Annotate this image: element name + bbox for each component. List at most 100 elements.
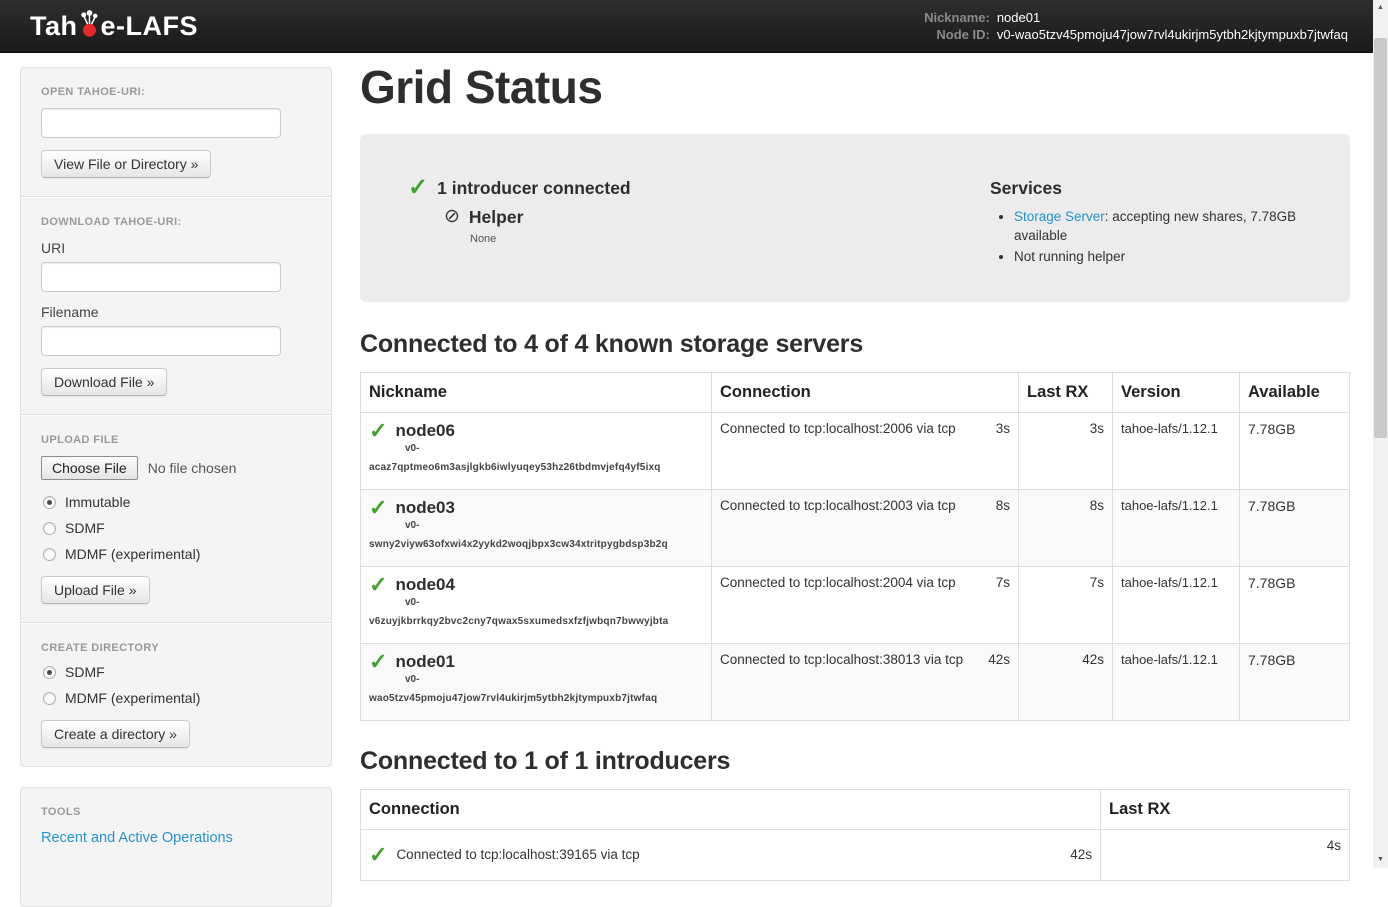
main-content: Grid Status ✓ 1 introducer connected ⊘ H…: [360, 53, 1350, 881]
connection-cell: ✓Connected to tcp:localhost:39165 via tc…: [361, 829, 1101, 880]
services-title: Services: [990, 178, 1320, 199]
download-file-button[interactable]: Download File »: [41, 368, 167, 396]
file-picker: Choose File No file chosen: [41, 456, 311, 480]
table-row: ✓node04 v0- v6zuyjkbrrkqy2bvc2cny7qwax5s…: [361, 566, 1350, 643]
radio-option-sdmf[interactable]: SDMF: [43, 664, 311, 680]
radio-button-icon[interactable]: [43, 692, 56, 705]
tahoe-lafs-logo: Tah e-LAFS: [30, 11, 198, 42]
server-nickname: node01: [395, 652, 455, 672]
server-nickname: node03: [395, 498, 455, 518]
services-list: Storage Server: accepting new shares, 7.…: [1014, 207, 1320, 266]
connected-duration: 8s: [996, 498, 1010, 513]
view-file-button[interactable]: View File or Directory »: [41, 150, 211, 178]
radio-option-immutable[interactable]: Immutable: [43, 494, 311, 510]
vertical-scrollbar[interactable]: ▲ ▼: [1373, 0, 1388, 868]
check-icon: ✓: [369, 846, 387, 864]
no-entry-icon: ⊘: [444, 208, 460, 226]
nickname-cell: ✓node06 v0- acaz7qptmeo6m3asjlgkb6iwlyuq…: [361, 412, 712, 489]
open-uri-label: OPEN TAHOE-URI:: [41, 86, 311, 98]
download-uri-label: DOWNLOAD TAHOE-URI:: [41, 216, 311, 228]
node-id-value: v0-wao5tzv45pmoju47jow7rvl4ukirjm5ytbh2k…: [997, 27, 1348, 42]
col-header-connection: Connection: [712, 372, 1019, 412]
services-column: Services Storage Server: accepting new s…: [990, 178, 1320, 268]
server-id-hash: v6zuyjkbrrkqy2bvc2cny7qwax5sxumedsxfzfjw…: [369, 616, 703, 627]
storage-servers-heading: Connected to 4 of 4 known storage server…: [360, 330, 1350, 359]
table-header-row: Connection Last RX: [361, 789, 1350, 829]
check-icon: ✓: [369, 422, 387, 440]
create-directory-button[interactable]: Create a directory »: [41, 720, 190, 748]
col-header-version: Version: [1113, 372, 1240, 412]
choose-file-button[interactable]: Choose File: [41, 456, 138, 480]
radio-button-icon[interactable]: [43, 666, 56, 679]
sidebar-forms-panel: OPEN TAHOE-URI: View File or Directory »…: [20, 67, 332, 767]
last-rx-cell: 7s: [1019, 566, 1113, 643]
server-id-prefix: v0-: [405, 520, 703, 531]
connected-duration: 42s: [988, 652, 1010, 667]
last-rx-cell: 42s: [1019, 643, 1113, 720]
radio-button-icon[interactable]: [43, 522, 56, 535]
filename-input[interactable]: [41, 326, 281, 356]
col-header-available: Available: [1240, 372, 1350, 412]
table-header-row: Nickname Connection Last RX Version Avai…: [361, 372, 1350, 412]
open-uri-input[interactable]: [41, 108, 281, 138]
last-rx-cell: 3s: [1019, 412, 1113, 489]
create-directory-radios: SDMF MDMF (experimental): [41, 664, 311, 706]
table-row: ✓node06 v0- acaz7qptmeo6m3asjlgkb6iwlyuq…: [361, 412, 1350, 489]
scroll-up-icon[interactable]: ▲: [1373, 0, 1388, 16]
col-header-last-rx: Last RX: [1019, 372, 1113, 412]
server-id-hash: wao5tzv45pmoju47jow7rvl4ukirjm5ytbh2kjty…: [369, 693, 703, 704]
upload-format-radios: Immutable SDMF MDMF (experimental): [41, 494, 311, 562]
connection-cell: Connected to tcp:localhost:2003 via tcp 8…: [712, 489, 1019, 566]
check-icon: ✓: [369, 499, 387, 517]
upload-file-button[interactable]: Upload File »: [41, 576, 150, 604]
version-cell: tahoe-lafs/1.12.1: [1113, 412, 1240, 489]
available-cell: 7.78GB: [1240, 489, 1350, 566]
create-directory-section: CREATE DIRECTORY SDMF MDMF (experimental)…: [41, 642, 311, 748]
nickname-label: Nickname:: [924, 10, 990, 25]
status-left-column: ✓ 1 introducer connected ⊘ Helper None: [408, 178, 631, 268]
scroll-down-icon[interactable]: ▼: [1373, 852, 1388, 868]
version-cell: tahoe-lafs/1.12.1: [1113, 566, 1240, 643]
radio-button-icon[interactable]: [43, 496, 56, 509]
table-row: ✓ node03 v0- swny2viyw63ofxwi4x2yykd2woqj…: [361, 489, 1350, 566]
server-id-hash: swny2viyw63ofxwi4x2yykd2woqjbpx3cw34xtri…: [369, 539, 703, 550]
radio-option-sdmf[interactable]: SDMF: [43, 520, 311, 536]
radio-button-icon[interactable]: [43, 548, 56, 561]
helper-title: Helper: [469, 207, 523, 228]
connection-text: Connected to tcp:localhost:38013 via tcp: [720, 652, 963, 667]
scrollbar-thumb[interactable]: [1374, 38, 1387, 438]
available-cell: 7.78GB: [1240, 412, 1350, 489]
introducer-status-text: 1 introducer connected: [437, 178, 631, 199]
node-identity: Nickname: node01 Node ID: v0-wao5tzv45pm…: [924, 10, 1348, 42]
download-uri-input[interactable]: [41, 262, 281, 292]
server-id-prefix: v0-: [405, 674, 703, 685]
recent-operations-link[interactable]: Recent and Active Operations: [41, 830, 233, 846]
server-nickname: node04: [395, 575, 455, 595]
nickname-cell: ✓ node03 v0- swny2viyw63ofxwi4x2yykd2woqj…: [361, 489, 712, 566]
server-id-prefix: v0-: [405, 443, 703, 454]
tahoe-logo-icon: [79, 9, 100, 38]
connected-duration: 7s: [996, 575, 1010, 590]
col-header-nickname: Nickname: [361, 372, 712, 412]
last-rx-cell: 4s: [1101, 829, 1350, 880]
radio-option-label: MDMF (experimental): [65, 690, 200, 706]
connection-text: Connected to tcp:localhost:2003 via tcp: [720, 498, 956, 513]
uri-field-label: URI: [41, 240, 311, 256]
storage-server-link[interactable]: Storage Server: [1014, 209, 1105, 224]
table-row: ✓node01 v0- wao5tzv45pmoju47jow7rvl4ukir…: [361, 643, 1350, 720]
last-rx-cell: 8s: [1019, 489, 1113, 566]
node-id-label: Node ID:: [924, 27, 990, 42]
server-nickname: node06: [395, 421, 455, 441]
connection-cell: Connected to tcp:localhost:2006 via tcp3…: [712, 412, 1019, 489]
page-title: Grid Status: [360, 61, 1350, 114]
radio-option-mdmf-experimental[interactable]: MDMF (experimental): [43, 546, 311, 562]
table-row: ✓Connected to tcp:localhost:39165 via tc…: [361, 829, 1350, 880]
upload-file-label: UPLOAD FILE: [41, 434, 311, 446]
introducer-status: ✓ 1 introducer connected: [408, 178, 631, 199]
connected-duration: 3s: [996, 421, 1010, 436]
logo-text-left: Tah: [30, 11, 78, 42]
helper-service-item: Not running helper: [1014, 247, 1320, 266]
grid-status-panel: ✓ 1 introducer connected ⊘ Helper None S…: [360, 134, 1350, 302]
create-directory-label: CREATE DIRECTORY: [41, 642, 311, 654]
radio-option-mdmf-experimental[interactable]: MDMF (experimental): [43, 690, 311, 706]
